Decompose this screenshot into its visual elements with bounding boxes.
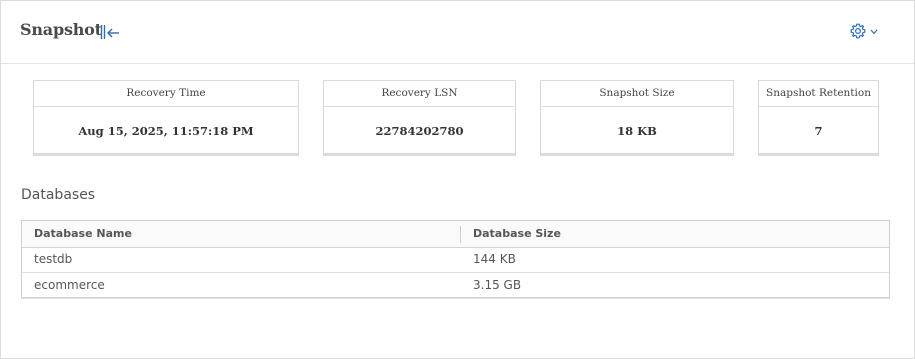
snapshot-retention-card: Snapshot Retention 7	[758, 80, 879, 154]
chevron-down-icon	[870, 29, 878, 35]
column-header-database-name[interactable]: Database Name	[34, 221, 132, 247]
card-value: 7	[814, 124, 823, 138]
table-header: Database Name Database Size	[22, 221, 889, 248]
card-label: Snapshot Retention	[759, 81, 878, 107]
card-label: Recovery Time	[34, 81, 298, 107]
databases-section-title: Databases	[21, 187, 96, 203]
database-size-cell: 144 KB	[473, 252, 516, 266]
database-name-cell: ecommerce	[34, 278, 105, 292]
gear-icon	[850, 23, 866, 39]
collapse-button[interactable]	[99, 22, 121, 42]
card-value: 18 KB	[617, 124, 657, 138]
table-row[interactable]: testdb 144 KB	[22, 247, 889, 273]
collapse-left-icon	[100, 25, 119, 39]
column-header-database-size[interactable]: Database Size	[473, 221, 561, 247]
recovery-lsn-card: Recovery LSN 22784202780	[323, 80, 516, 154]
settings-menu-button[interactable]	[849, 21, 879, 41]
snapshot-size-card: Snapshot Size 18 KB	[540, 80, 734, 154]
card-value: 22784202780	[375, 124, 464, 138]
snapshot-panel: Snapshot Recovery Time Aug 15, 2025, 11:…	[0, 0, 915, 359]
table-row[interactable]: ecommerce 3.15 GB	[22, 273, 889, 299]
database-size-cell: 3.15 GB	[473, 278, 522, 292]
panel-header: Snapshot	[1, 1, 914, 64]
recovery-time-card: Recovery Time Aug 15, 2025, 11:57:18 PM	[33, 80, 299, 154]
card-value: Aug 15, 2025, 11:57:18 PM	[78, 124, 254, 138]
card-label: Recovery LSN	[324, 81, 515, 107]
databases-table: Database Name Database Size testdb 144 K…	[21, 220, 890, 299]
page-title: Snapshot	[20, 20, 102, 39]
database-name-cell: testdb	[34, 252, 73, 266]
column-resize-handle[interactable]	[460, 226, 461, 243]
card-label: Snapshot Size	[541, 81, 733, 107]
